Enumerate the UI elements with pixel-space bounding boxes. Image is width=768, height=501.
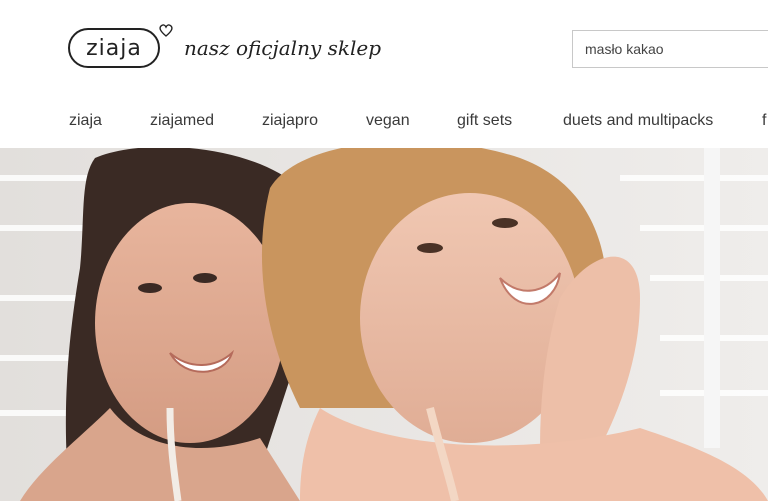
- logo-wordmark: ziaja: [68, 28, 160, 68]
- hero-banner[interactable]: [0, 148, 768, 501]
- brand-logo[interactable]: ziaja nasz oficjalny sklep: [68, 24, 382, 68]
- nav-item-truncated[interactable]: f: [762, 112, 766, 130]
- nav-item-ziajamed[interactable]: ziajamed: [150, 112, 214, 130]
- nav-item-ziaja[interactable]: ziaja: [69, 112, 102, 130]
- search-box[interactable]: [572, 30, 768, 68]
- site-header: ziaja nasz oficjalny sklep: [0, 0, 768, 96]
- brand-tagline: nasz oficjalny sklep: [184, 36, 382, 60]
- main-nav: ziaja ziajamed ziajapro vegan gift sets …: [0, 96, 768, 148]
- search-input[interactable]: [573, 31, 768, 67]
- nav-item-ziajapro[interactable]: ziajapro: [262, 112, 318, 130]
- hero-image: [0, 148, 768, 501]
- nav-item-duets-and-multipacks[interactable]: duets and multipacks: [563, 112, 713, 130]
- nav-item-vegan[interactable]: vegan: [366, 112, 410, 130]
- heart-icon: [159, 24, 173, 37]
- nav-item-gift-sets[interactable]: gift sets: [457, 112, 512, 130]
